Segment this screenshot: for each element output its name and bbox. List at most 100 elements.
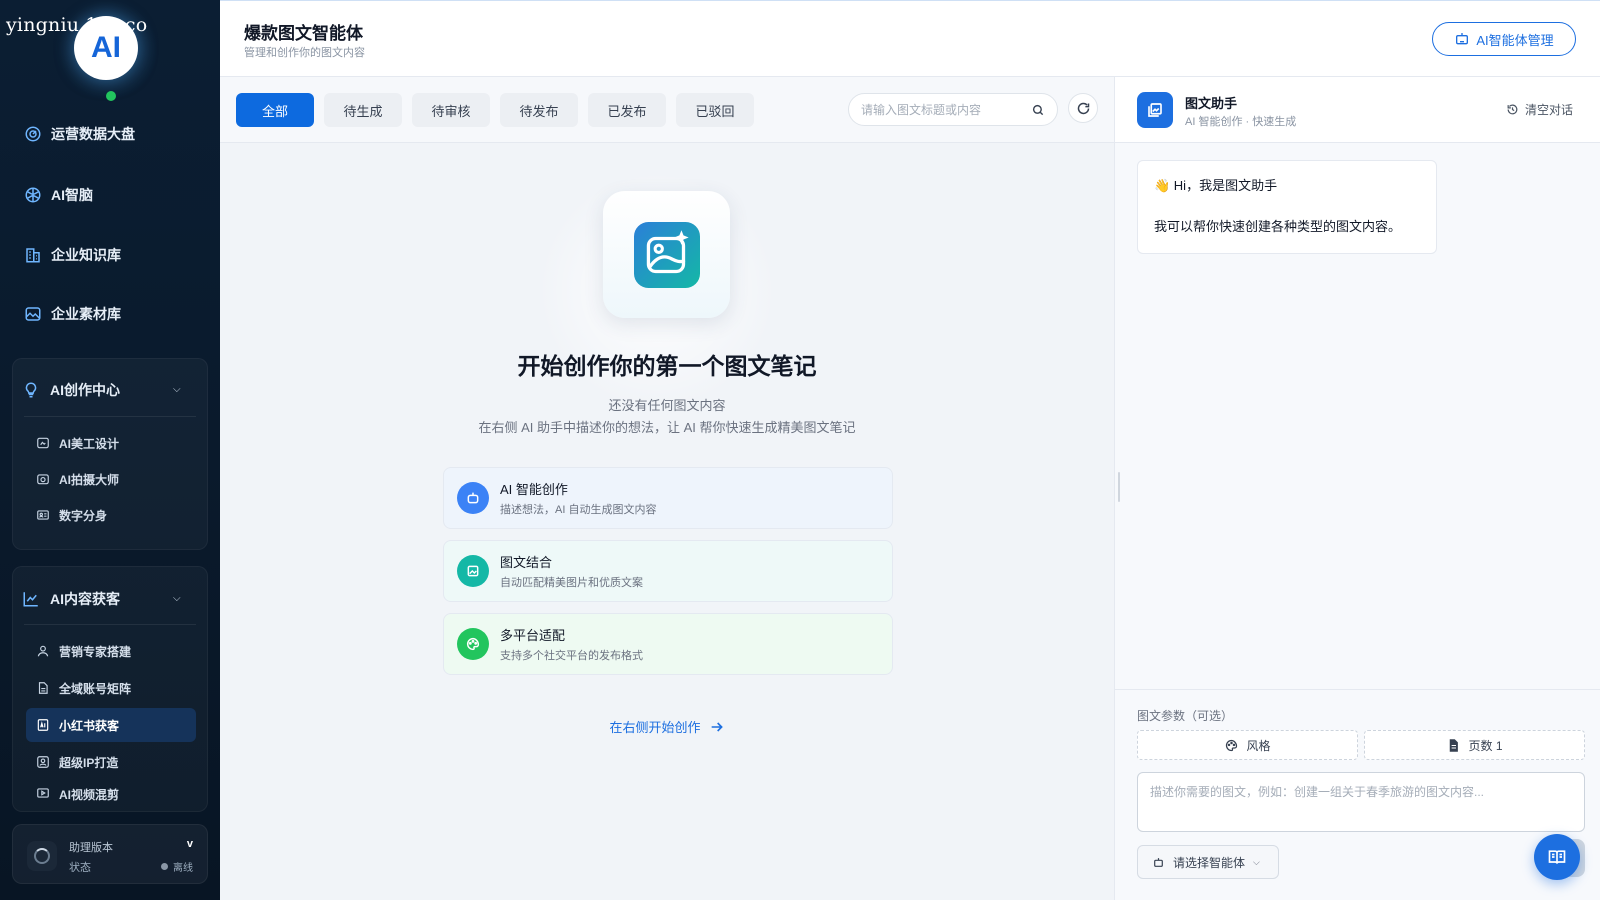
- online-indicator: [106, 91, 116, 101]
- search-input[interactable]: 请输入图文标题或内容: [848, 93, 1058, 126]
- sidebar-item-knowledge-base[interactable]: 企业知识库: [24, 243, 121, 267]
- prompt-placeholder: 描述你需要的图文，例如：创建一组关于春季旅游的图文内容...: [1150, 785, 1485, 799]
- sidebar: yingniu.10v.co AI 运营数据大盘 AI智脑 企业知识库 企业素材…: [0, 0, 220, 900]
- sidebar-group-head-ai-creation[interactable]: AI创作中心: [22, 380, 120, 400]
- tab-published[interactable]: 已发布: [588, 93, 666, 127]
- pages-button[interactable]: 页数 1: [1364, 730, 1585, 760]
- sidebar-group-head-ai-content[interactable]: AI内容获客: [22, 589, 120, 609]
- history-icon: [1507, 104, 1518, 115]
- message-text: 我可以帮你快速创建各种类型的图文内容。: [1154, 219, 1402, 234]
- empty-state-line1: 还没有任何图文内容: [608, 398, 726, 413]
- sidebar-item-digital-avatar[interactable]: 数字分身: [26, 498, 196, 532]
- clear-conversation-button[interactable]: 清空对话: [1506, 101, 1573, 118]
- sidebar-item-label: AI美工设计: [59, 436, 120, 451]
- feature-desc: 描述想法，AI 自动生成图文内容: [500, 504, 657, 516]
- logo-text: AI: [91, 31, 121, 64]
- feature-icon-wrap: [457, 628, 489, 660]
- refresh-button[interactable]: [1068, 93, 1098, 123]
- version-label: 助理版本: [69, 842, 113, 854]
- chevron-down-icon: ⌵: [1253, 856, 1260, 867]
- agent-select-label: 请选择智能体: [1173, 855, 1246, 870]
- sidebar-item-ai-brain[interactable]: AI智脑: [24, 183, 93, 207]
- document-icon: [1450, 738, 1459, 752]
- sidebar-item-asset-library[interactable]: 企业素材库: [24, 302, 121, 326]
- building-icon: [26, 248, 40, 263]
- document-icon: [38, 682, 48, 694]
- filter-toolbar: 全部 待生成 待审核 待发布 已发布 已驳回 请输入图文标题或内容: [220, 77, 1114, 143]
- greeting-text: 👋 Hi，我是图文助手: [1154, 178, 1278, 193]
- book-icon: [1548, 850, 1566, 864]
- page-header: 爆款图文智能体 管理和创作你的图文内容 AI智能体管理: [220, 0, 1600, 77]
- assistant-status-card: 助理版本 v 状态 离线: [12, 824, 208, 884]
- tab-pending-publish[interactable]: 待发布: [500, 93, 578, 127]
- video-icon: [37, 788, 49, 798]
- trend-chart-icon: [23, 592, 38, 607]
- help-fab-button[interactable]: [1534, 834, 1580, 880]
- palette-icon: [1226, 739, 1238, 751]
- status-value: 离线: [173, 863, 193, 874]
- tab-all[interactable]: 全部: [236, 93, 314, 127]
- feature-card-image-text: 图文结合 自动匹配精美图片和优质文案: [443, 540, 893, 602]
- feature-title: 图文结合: [500, 555, 553, 570]
- sidebar-item-super-ip[interactable]: 超级IP打造: [26, 745, 196, 779]
- style-button[interactable]: 风格: [1137, 730, 1358, 760]
- panel-resize-handle[interactable]: [1118, 472, 1120, 502]
- sidebar-group-label: AI创作中心: [50, 382, 120, 398]
- version-value: v: [186, 838, 193, 850]
- sidebar-item-label: 企业知识库: [51, 247, 121, 263]
- content-area: 全部 待生成 待审核 待发布 已发布 已驳回 请输入图文标题或内容 开始创作你的…: [220, 77, 1114, 900]
- sidebar-item-label: AI视频混剪: [59, 788, 120, 802]
- refresh-icon: [1077, 102, 1089, 114]
- tab-rejected[interactable]: 已驳回: [676, 93, 754, 127]
- assistant-panel: 图文助手 AI 智能创作 · 快速生成 清空对话 👋 Hi，我是图文助手 我可以…: [1114, 77, 1600, 900]
- tab-pending-review[interactable]: 待审核: [412, 93, 490, 127]
- start-creating-link[interactable]: 在右侧开始创作: [220, 717, 1114, 736]
- sidebar-item-xiaohongshu[interactable]: 小红书获客: [26, 708, 196, 742]
- sidebar-item-ai-design[interactable]: AI美工设计: [26, 426, 196, 460]
- sidebar-item-dashboard[interactable]: 运营数据大盘: [24, 122, 135, 146]
- feature-desc: 自动匹配精美图片和优质文案: [500, 577, 643, 589]
- palette-icon: [467, 637, 480, 651]
- tab-label: 已发布: [607, 103, 647, 119]
- params-label: 图文参数（可选）: [1137, 709, 1234, 723]
- prompt-input[interactable]: 描述你需要的图文，例如：创建一组关于春季旅游的图文内容...: [1137, 772, 1585, 832]
- robot-icon: [467, 492, 479, 504]
- tab-label: 全部: [261, 103, 288, 119]
- sidebar-item-label: 营销专家搭建: [59, 644, 132, 659]
- agent-management-button[interactable]: AI智能体管理: [1432, 22, 1576, 56]
- pages-label: 页数 1: [1468, 738, 1503, 753]
- chevron-down-icon[interactable]: ⌵: [173, 384, 190, 395]
- hero-illustration: [603, 191, 730, 318]
- status-badge: 离线: [161, 859, 193, 874]
- robot-icon: [1456, 33, 1469, 45]
- magic-image-icon: [633, 221, 700, 288]
- assistant-header: 图文助手 AI 智能创作 · 快速生成 清空对话: [1115, 77, 1600, 143]
- feature-icon-wrap: [457, 555, 489, 587]
- search-placeholder: 请输入图文标题或内容: [861, 103, 982, 117]
- user-icon: [37, 645, 49, 657]
- chevron-down-icon[interactable]: ⌵: [173, 593, 190, 604]
- assistant-subtitle: AI 智能创作 · 快速生成: [1185, 116, 1297, 128]
- search-icon[interactable]: [1031, 103, 1045, 117]
- sidebar-item-label: 全域账号矩阵: [59, 681, 132, 696]
- sidebar-item-label: 超级IP打造: [59, 755, 119, 770]
- sidebar-item-label: 数字分身: [59, 508, 108, 523]
- offline-dot-icon: [161, 863, 168, 870]
- watermark-text: yingniu.10v.co: [6, 14, 148, 36]
- sidebar-item-marketing-expert[interactable]: 营销专家搭建: [26, 634, 196, 668]
- agent-select[interactable]: 请选择智能体 ⌵: [1137, 845, 1279, 879]
- feature-card-multi-platform: 多平台适配 支持多个社交平台的发布格式: [443, 613, 893, 675]
- sidebar-item-account-matrix[interactable]: 全域账号矩阵: [26, 671, 196, 705]
- feature-title: AI 智能创作: [500, 482, 568, 497]
- cta-label: 在右侧开始创作: [609, 720, 701, 735]
- image-icon: [25, 307, 41, 321]
- brain-icon: [25, 187, 41, 203]
- sidebar-item-ai-camera[interactable]: AI拍摄大师: [26, 462, 196, 496]
- tab-pending-generate[interactable]: 待生成: [324, 93, 402, 127]
- style-label: 风格: [1246, 738, 1271, 753]
- sidebar-item-label: 运营数据大盘: [51, 126, 135, 142]
- robot-icon: [1154, 857, 1163, 867]
- page-subtitle: 管理和创作你的图文内容: [244, 47, 365, 59]
- clear-conversation-label: 清空对话: [1524, 103, 1573, 117]
- sidebar-item-ai-video[interactable]: AI视频混剪: [26, 782, 196, 802]
